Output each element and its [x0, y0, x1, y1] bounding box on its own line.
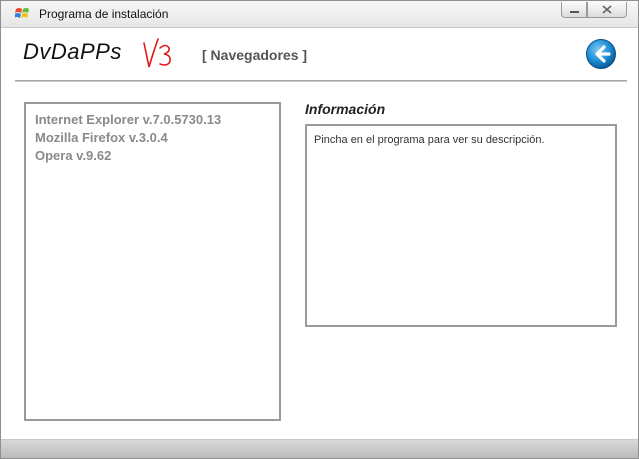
header-divider	[15, 80, 627, 82]
program-list[interactable]: Internet Explorer v.7.0.5730.13 Mozilla …	[24, 102, 281, 421]
windows-flag-icon	[14, 7, 30, 20]
back-arrow-icon	[586, 39, 616, 69]
close-icon	[602, 5, 612, 14]
list-item[interactable]: Internet Explorer v.7.0.5730.13	[35, 111, 279, 129]
list-item[interactable]: Mozilla Firefox v.3.0.4	[35, 129, 279, 147]
back-button[interactable]	[585, 38, 617, 70]
app-logo: DvDaPPs	[23, 39, 122, 64]
title-bar[interactable]: Programa de instalación	[1, 1, 638, 28]
minimize-icon	[570, 11, 579, 13]
window-title: Programa de instalación	[39, 7, 169, 21]
list-item[interactable]: Opera v.9.62	[35, 147, 279, 165]
installer-window: Programa de instalación DvDaPPs [ Navega…	[0, 0, 639, 459]
close-button[interactable]	[587, 2, 627, 18]
section-title: [ Navegadores ]	[202, 47, 308, 63]
version-mark	[143, 38, 171, 68]
info-description-box: Pincha en el programa para ver su descri…	[305, 124, 617, 327]
minimize-button[interactable]	[561, 2, 587, 18]
info-heading: Información	[305, 101, 386, 117]
info-description: Pincha en el programa para ver su descri…	[314, 134, 545, 146]
bottom-bar	[1, 439, 638, 458]
